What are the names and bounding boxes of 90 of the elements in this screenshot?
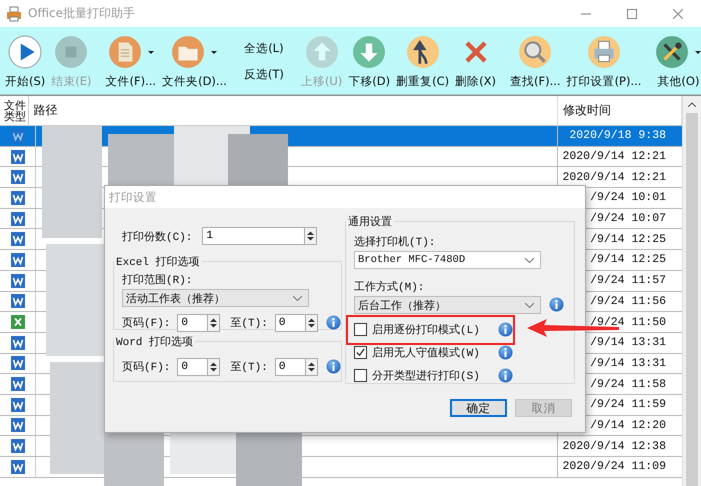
printer-icon xyxy=(587,35,621,69)
search-icon xyxy=(518,35,552,69)
field-label: 打印范围(R): xyxy=(122,273,194,287)
spin-arrows-icon xyxy=(210,318,218,328)
spin-arrows-icon xyxy=(307,231,314,241)
folder-icon xyxy=(171,35,206,69)
table-cell: /9/14 12:20 xyxy=(590,418,666,432)
table-cell: /9/24 11:56 xyxy=(590,294,666,308)
toolbar-button[interactable]: 反选(T) xyxy=(242,65,286,84)
checkbox[interactable] xyxy=(354,322,367,336)
checkbox-label[interactable]: 启用无人守值模式(W) xyxy=(372,344,490,360)
table-cell: 2020/9/18 9:38 xyxy=(569,129,666,142)
table-cell: /9/24 11:57 xyxy=(590,274,666,288)
chevron-down-icon xyxy=(293,296,302,300)
table-cell: /9/14 12:25 xyxy=(590,253,666,266)
dropdown[interactable]: 活动工作表（推荐） xyxy=(122,289,309,307)
spin-arrows-icon xyxy=(308,318,315,328)
maximize-icon xyxy=(627,8,637,18)
spin-button[interactable] xyxy=(208,314,220,332)
number-field[interactable]: 0 xyxy=(274,314,306,332)
toolbar-button[interactable]: 打印设置(P)... xyxy=(564,27,644,94)
field-label: 打印份数(C): xyxy=(122,230,192,244)
number-field[interactable]: 0 xyxy=(177,358,208,376)
spin-button[interactable] xyxy=(306,314,318,332)
checkbox-label[interactable]: 分开类型进行打印(S) xyxy=(372,368,490,382)
stop-icon xyxy=(54,35,88,69)
table-cell: /9/24 11:59 xyxy=(590,398,666,412)
field-label: 页码(F): xyxy=(122,360,170,374)
info-icon[interactable] xyxy=(326,315,341,330)
app-icon xyxy=(6,6,22,22)
toolbar-button[interactable]: 文件夹(D)... xyxy=(159,27,230,94)
field-label: 页码(F): xyxy=(122,316,170,330)
spin-button[interactable] xyxy=(208,358,220,376)
group-title: Word 打印选项 xyxy=(115,335,194,349)
toolbar-button[interactable]: 其他(O) xyxy=(652,27,701,94)
tools-icon xyxy=(655,35,690,69)
spin-arrows-icon xyxy=(308,362,315,372)
chevron-down-icon xyxy=(525,302,534,308)
scrollbar[interactable] xyxy=(682,96,701,486)
dialog-button[interactable]: 确定 xyxy=(450,399,507,417)
table-cell: 2020/9/14 12:21 xyxy=(562,150,666,164)
table-cell: /9/24 11:50 xyxy=(590,316,666,329)
toolbar-button[interactable]: 下移(D) xyxy=(345,27,394,94)
dialog-title: 打印设置 xyxy=(109,190,157,204)
play-icon xyxy=(8,35,42,69)
dropdown[interactable]: Brother MFC-7480D xyxy=(354,251,541,269)
info-icon[interactable] xyxy=(326,359,341,374)
spin-button[interactable] xyxy=(305,227,318,245)
window-title: Office批量打印助手 xyxy=(28,5,136,22)
table-cell: 2020/9/24 11:09 xyxy=(562,460,666,474)
toolbar-button[interactable]: 开始(S) xyxy=(2,27,48,94)
table-cell: /9/24 11:58 xyxy=(590,378,666,391)
chevron-down-icon xyxy=(525,258,534,262)
number-field[interactable]: 0 xyxy=(177,314,208,332)
scroll-up-icon[interactable] xyxy=(688,102,696,107)
toolbar-button[interactable]: 删重复(C) xyxy=(393,27,452,94)
table-cell: 2020/9/14 12:21 xyxy=(562,170,666,184)
field-label: 选择打印机(T): xyxy=(354,235,436,249)
toolbar-button[interactable]: 查找(F)... xyxy=(507,27,564,94)
info-icon[interactable] xyxy=(498,344,513,360)
number-field[interactable]: 1 xyxy=(202,227,306,245)
field-label: 至(T): xyxy=(230,360,268,374)
dropdown[interactable]: 后台工作（推荐） xyxy=(354,296,541,314)
table-cell: 2020/9/14 12:38 xyxy=(562,440,666,453)
scrollbar-thumb[interactable] xyxy=(686,113,698,486)
checkbox[interactable] xyxy=(354,346,367,358)
column-header[interactable]: 路径 xyxy=(28,96,558,125)
close-icon xyxy=(673,8,683,18)
column-header[interactable]: 文件类型 xyxy=(0,96,29,125)
table-cell: /9/14 12:25 xyxy=(590,232,666,246)
number-field[interactable]: 0 xyxy=(274,358,306,376)
checkbox-label[interactable]: 启用逐份打印模式(L) xyxy=(372,322,490,336)
table-cell: /9/14 13:31 xyxy=(590,356,666,370)
toolbar-button[interactable]: 文件(F)... xyxy=(102,27,160,94)
table-cell: /9/24 10:01 xyxy=(590,191,666,204)
info-icon[interactable] xyxy=(498,322,513,336)
spin-button[interactable] xyxy=(306,358,318,376)
table-cell: /9/14 13:31 xyxy=(590,336,666,350)
group-title: 通用设置 xyxy=(347,214,393,229)
toolbar-button[interactable]: 全选(L) xyxy=(242,38,286,58)
info-icon[interactable] xyxy=(549,296,564,312)
field-label: 至(T): xyxy=(230,316,268,330)
info-icon[interactable] xyxy=(498,368,513,382)
table-cell: /9/24 10:07 xyxy=(590,212,666,226)
checkbox[interactable] xyxy=(354,368,367,382)
group-title: Excel 打印选项 xyxy=(115,255,201,269)
document-icon xyxy=(108,35,142,69)
spin-arrows-icon xyxy=(210,362,218,372)
field-label: 工作方式(M): xyxy=(354,280,426,294)
toolbar-button[interactable]: 删除(X) xyxy=(452,27,499,94)
